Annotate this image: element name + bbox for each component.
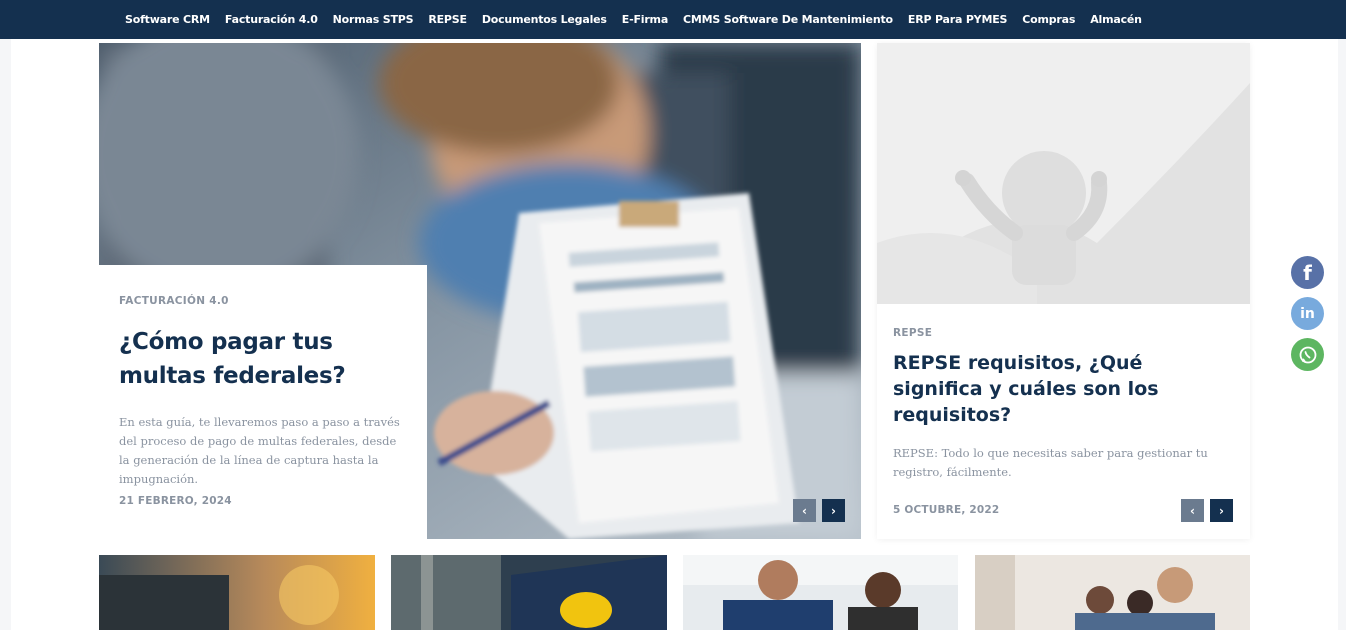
nav-item-normas-stps[interactable]: Normas STPS bbox=[326, 13, 422, 26]
featured-article-card[interactable]: FACTURACIÓN 4.0 ¿Cómo pagar tus multas f… bbox=[99, 43, 861, 539]
featured-prev-button[interactable]: ‹ bbox=[793, 499, 816, 522]
side-article-title[interactable]: REPSE requisitos, ¿Qué significa y cuále… bbox=[893, 350, 1233, 428]
featured-article-content: FACTURACIÓN 4.0 ¿Cómo pagar tus multas f… bbox=[99, 265, 427, 539]
nav-item-compras[interactable]: Compras bbox=[1015, 13, 1083, 26]
side-prev-button[interactable]: ‹ bbox=[1181, 499, 1204, 522]
nav-item-facturacion[interactable]: Facturación 4.0 bbox=[218, 13, 326, 26]
side-next-button[interactable]: › bbox=[1210, 499, 1233, 522]
featured-next-button[interactable]: › bbox=[822, 499, 845, 522]
chevron-right-icon: › bbox=[831, 503, 836, 518]
side-article-card[interactable]: REPSE REPSE requisitos, ¿Qué significa y… bbox=[877, 43, 1250, 539]
side-article-date: 5 OCTUBRE, 2022 bbox=[893, 504, 1000, 516]
featured-article-excerpt: En esta guía, te llevaremos paso a paso … bbox=[119, 415, 400, 486]
featured-article-date: 21 FEBRERO, 2024 bbox=[119, 495, 232, 507]
nav-item-e-firma[interactable]: E-Firma bbox=[615, 13, 676, 26]
nav-item-software-crm[interactable]: Software CRM bbox=[118, 13, 218, 26]
featured-article-title[interactable]: ¿Cómo pagar tus multas federales? bbox=[119, 325, 407, 393]
side-article-excerpt: REPSE: Todo lo que necesitas saber para … bbox=[893, 446, 1208, 479]
chevron-left-icon: ‹ bbox=[802, 503, 807, 518]
side-article-image bbox=[877, 43, 1250, 304]
article-thumbnail-4[interactable] bbox=[975, 555, 1250, 630]
top-navigation: Software CRM Facturación 4.0 Normas STPS… bbox=[0, 0, 1346, 39]
facebook-icon: f bbox=[1303, 260, 1312, 285]
nav-item-repse[interactable]: REPSE bbox=[421, 13, 474, 26]
facebook-share-button[interactable]: f bbox=[1291, 256, 1324, 289]
nav-item-cmms[interactable]: CMMS Software De Mantenimiento bbox=[676, 13, 901, 26]
linkedin-icon: in bbox=[1300, 305, 1315, 322]
chevron-right-icon: › bbox=[1219, 503, 1224, 518]
nav-item-almacen[interactable]: Almacén bbox=[1083, 13, 1150, 26]
featured-article-category[interactable]: FACTURACIÓN 4.0 bbox=[119, 295, 407, 307]
side-article-category[interactable]: REPSE bbox=[893, 327, 932, 339]
chevron-left-icon: ‹ bbox=[1190, 503, 1195, 518]
article-thumbnail-1[interactable] bbox=[99, 555, 375, 630]
nav-item-documentos-legales[interactable]: Documentos Legales bbox=[475, 13, 615, 26]
whatsapp-share-button[interactable] bbox=[1291, 338, 1324, 371]
article-thumbnail-3[interactable] bbox=[683, 555, 958, 630]
article-thumbnail-2[interactable] bbox=[391, 555, 667, 630]
success-figure-illustration bbox=[877, 43, 1250, 304]
linkedin-share-button[interactable]: in bbox=[1291, 297, 1324, 330]
whatsapp-icon bbox=[1299, 346, 1316, 363]
nav-item-erp-pymes[interactable]: ERP Para PYMES bbox=[901, 13, 1015, 26]
